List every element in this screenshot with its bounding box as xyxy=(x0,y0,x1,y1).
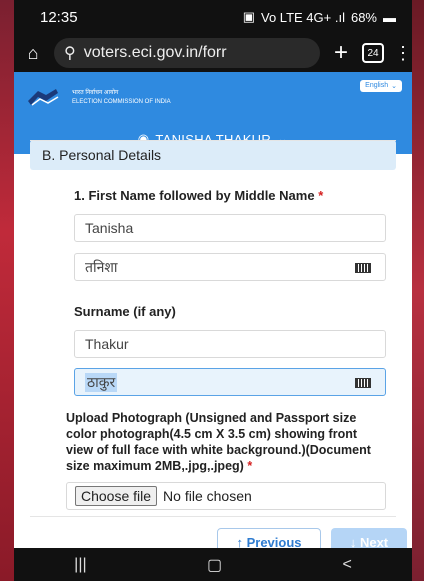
url-text: voters.eci.gov.in/forr xyxy=(83,44,227,61)
background-left xyxy=(0,0,14,581)
new-tab-icon[interactable]: + xyxy=(330,39,352,67)
first-name-label: 1. First Name followed by Middle Name * xyxy=(74,188,324,203)
choose-file-button[interactable]: Choose file xyxy=(75,486,158,506)
divider xyxy=(30,140,396,141)
eci-name-hindi: भारत निर्वाचन आयोग xyxy=(72,90,119,96)
required-mark: * xyxy=(318,188,324,203)
back-icon[interactable]: < xyxy=(342,556,351,574)
background-right xyxy=(412,0,424,581)
eci-logo-icon xyxy=(28,89,59,106)
required-mark: * xyxy=(247,459,253,473)
first-name-hindi-input[interactable]: तनिशा xyxy=(74,253,386,281)
first-name-value: Tanisha xyxy=(85,220,134,236)
first-name-input[interactable]: Tanisha xyxy=(74,214,386,242)
image-icon: ▣ xyxy=(242,9,256,24)
chevron-down-icon: ⌄ xyxy=(391,83,397,90)
browser-toolbar: ⌂ ⚲ voters.eci.gov.in/forr + 24 ⋮ xyxy=(14,34,412,72)
signal-text: Vo LTE 4G+ .ıl xyxy=(261,9,345,25)
site-settings-icon[interactable]: ⚲ xyxy=(64,43,76,63)
home-icon[interactable]: ⌂ xyxy=(22,43,44,64)
eci-name: भारत निर्वाचन आयोग ELECTION COMMISSION O… xyxy=(72,89,171,107)
section-header: B. Personal Details xyxy=(30,140,396,170)
eci-header: भारत निर्वाचन आयोग ELECTION COMMISSION O… xyxy=(14,72,412,124)
status-icons: ▣ Vo LTE 4G+ .ıl 68% ▬ xyxy=(243,9,396,25)
form-content: B. Personal Details 1. First Name follow… xyxy=(14,140,412,556)
section-title: B. Personal Details xyxy=(42,147,162,163)
surname-hindi-value: ठाकुर xyxy=(85,372,118,392)
status-bar: 12:35 ▣ Vo LTE 4G+ .ıl 68% ▬ xyxy=(14,0,412,34)
surname-label: Surname (if any) xyxy=(74,304,176,319)
surname-value: Thakur xyxy=(85,336,129,352)
photo-upload-label: Upload Photograph (Unsigned and Passport… xyxy=(66,411,371,473)
address-bar[interactable]: ⚲ voters.eci.gov.in/forr xyxy=(54,38,320,68)
file-status: No file chosen xyxy=(163,488,252,504)
surname-input[interactable]: Thakur xyxy=(74,330,386,358)
language-select[interactable]: English ⌄ xyxy=(360,80,402,92)
tab-count-button[interactable]: 24 xyxy=(362,43,384,63)
battery-level: 68% xyxy=(350,9,377,25)
home-button-icon[interactable]: ▢ xyxy=(207,555,222,575)
keyboard-icon[interactable] xyxy=(355,378,371,388)
more-menu-icon[interactable]: ⋮ xyxy=(394,43,412,64)
phone-screen: 12:35 ▣ Vo LTE 4G+ .ıl 68% ▬ ⌂ ⚲ voters.… xyxy=(14,0,412,581)
status-time: 12:35 xyxy=(40,8,78,26)
first-name-hindi-value: तनिशा xyxy=(85,258,118,275)
surname-hindi-input[interactable]: ठाकुर xyxy=(74,368,386,396)
eci-name-english: ELECTION COMMISSION OF INDIA xyxy=(72,99,171,105)
recent-apps-icon[interactable]: ||| xyxy=(74,556,86,574)
photo-file-input[interactable]: Choose file No file chosen xyxy=(66,482,386,510)
keyboard-icon[interactable] xyxy=(355,263,371,273)
divider xyxy=(30,516,396,517)
language-label: English xyxy=(365,82,389,89)
personal-details-form: 1. First Name followed by Middle Name * … xyxy=(14,188,412,510)
android-nav-bar: ||| ▢ < xyxy=(14,548,412,581)
battery-icon: ▬ xyxy=(383,9,396,25)
